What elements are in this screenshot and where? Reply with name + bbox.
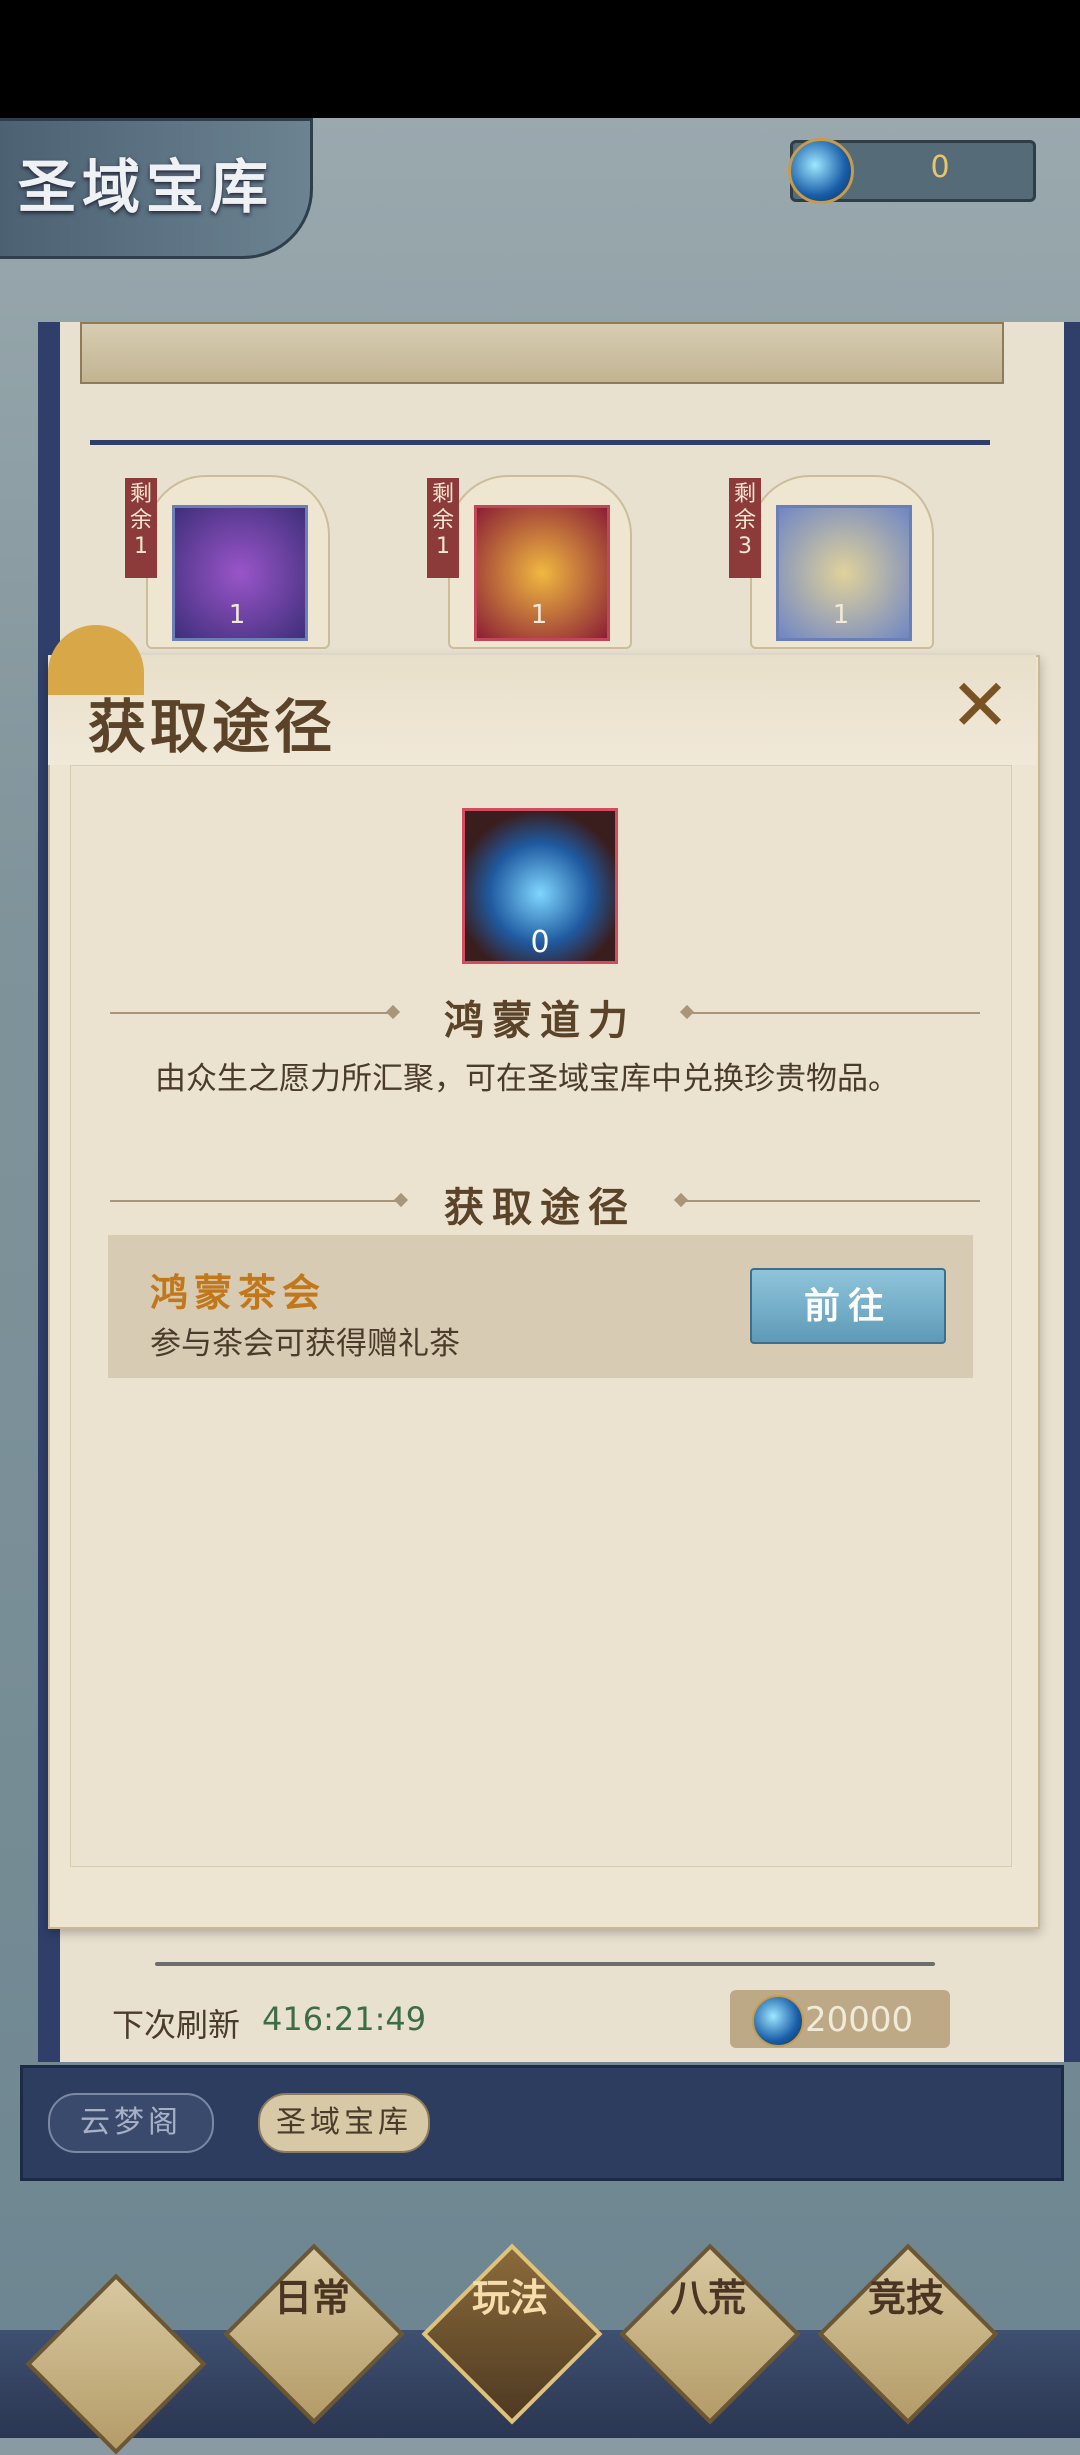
source-description: 参与茶会可获得赠礼茶 (150, 1326, 460, 1362)
tab-shengyu[interactable]: 圣域宝库 (258, 2093, 430, 2153)
divider (682, 1200, 980, 1202)
nav-label-gameplay: 玩法 (471, 2275, 548, 2320)
nav-label-daily: 日常 (273, 2275, 350, 2320)
go-button[interactable]: 前往 (750, 1268, 946, 1344)
scroll-roller (80, 322, 1004, 384)
nav-label-bahuang: 八荒 (669, 2275, 746, 2320)
page-title: 圣域宝库 (18, 153, 275, 221)
source-name: 鸿蒙茶会 (150, 1270, 327, 1315)
sources-heading: 获取途径 (444, 1184, 636, 1231)
dragon-orb-icon (752, 1995, 804, 2047)
modal-title: 获取途径 (88, 693, 337, 761)
refresh-label: 下次刷新 (112, 2006, 241, 2044)
remaining-tag: 剩余 1 (427, 478, 459, 578)
divider (90, 440, 990, 445)
close-icon[interactable]: ✕ (945, 669, 1015, 741)
refresh-cost: 20000 (805, 2000, 914, 2040)
remaining-tag: 剩余 3 (729, 478, 761, 578)
refresh-timer: 416:21:49 (262, 2000, 427, 2038)
item-description: 由众生之愿力所汇聚，可在圣域宝库中兑换珍贵物品。 (155, 1061, 899, 1097)
dragon-orb-icon (788, 138, 854, 204)
item-quantity: 1 (228, 600, 246, 630)
item-quantity: 1 (530, 600, 548, 630)
remaining-tag: 剩余 1 (125, 478, 157, 578)
item-quantity: 0 (530, 925, 550, 960)
tab-yunmeng[interactable]: 云梦阁 (48, 2093, 214, 2153)
nav-label-arena: 竞技 (867, 2275, 944, 2320)
divider (690, 1012, 980, 1014)
currency-value: 0 (930, 150, 950, 185)
item-quantity: 1 (832, 600, 850, 630)
item-name: 鸿蒙道力 (444, 997, 636, 1044)
divider (155, 1962, 935, 1966)
status-bar (0, 0, 1080, 118)
